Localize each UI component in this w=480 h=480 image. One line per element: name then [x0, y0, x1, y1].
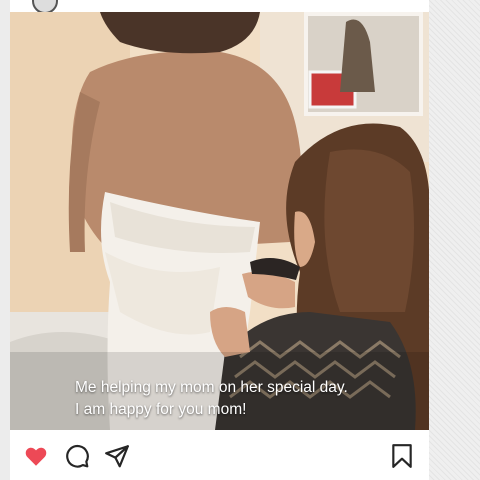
- post-photo[interactable]: Me helping my mom on her special day. I …: [10, 12, 429, 430]
- caption-line-2: I am happy for you mom!: [75, 401, 247, 418]
- background-pattern: [429, 0, 480, 480]
- comment-bubble-icon[interactable]: [64, 443, 90, 469]
- photo-illustration: [10, 12, 429, 430]
- paper-plane-icon[interactable]: [104, 443, 130, 469]
- heart-filled-icon[interactable]: [23, 443, 49, 469]
- action-bar: [10, 430, 429, 480]
- photo-caption: Me helping my mom on her special day. I …: [75, 377, 348, 421]
- caption-line-1: Me helping my mom on her special day.: [75, 379, 348, 396]
- page: Me helping my mom on her special day. I …: [0, 0, 480, 480]
- post-card: Me helping my mom on her special day. I …: [10, 0, 429, 480]
- bookmark-icon[interactable]: [389, 443, 415, 469]
